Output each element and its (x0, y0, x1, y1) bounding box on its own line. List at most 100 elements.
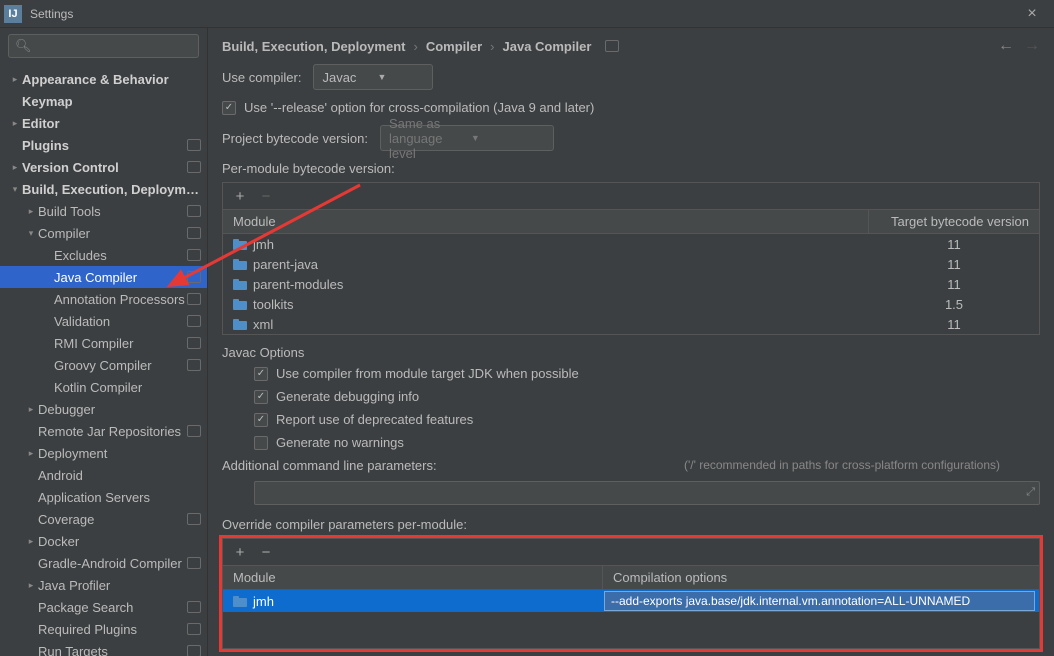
remove-module-button[interactable]: − (257, 187, 275, 205)
sidebar-item-kotlin-compiler[interactable]: Kotlin Compiler (0, 376, 207, 398)
nav-forward-button[interactable]: → (1024, 37, 1040, 55)
override-opts-input[interactable] (604, 591, 1035, 611)
sidebar-item-label: Package Search (38, 600, 187, 615)
use-compiler-select[interactable]: Javac ▼ (313, 64, 433, 90)
sidebar-item-remote-jar-repositories[interactable]: Remote Jar Repositories (0, 420, 207, 442)
sidebar-item-gradle-android-compiler[interactable]: Gradle-Android Compiler (0, 552, 207, 574)
sidebar-item-validation[interactable]: Validation (0, 310, 207, 332)
target-version[interactable]: 11 (869, 237, 1039, 252)
sidebar-item-application-servers[interactable]: Application Servers (0, 486, 207, 508)
chevron-right-icon: ▸ (8, 74, 22, 85)
opt3-checkbox[interactable] (254, 413, 268, 427)
sidebar-item-label: Version Control (22, 160, 187, 175)
sidebar-item-java-compiler[interactable]: Java Compiler (0, 266, 207, 288)
table-row[interactable]: xml 11 (223, 314, 1039, 334)
sidebar-item-label: Remote Jar Repositories (38, 424, 187, 439)
sidebar-item-label: Android (38, 468, 201, 483)
add-module-button[interactable]: + (231, 187, 249, 205)
module-name: xml (253, 317, 273, 332)
sidebar-item-groovy-compiler[interactable]: Groovy Compiler (0, 354, 207, 376)
chevron-right-icon: ▸ (24, 404, 38, 415)
add-override-button[interactable]: + (231, 543, 249, 561)
target-version[interactable]: 11 (869, 317, 1039, 332)
project-bytecode-select[interactable]: Same as language level ▼ (380, 125, 554, 151)
project-badge-icon (605, 40, 619, 52)
sidebar-item-android[interactable]: Android (0, 464, 207, 486)
search-input[interactable]: 🔍︎ (8, 34, 199, 58)
opt4-checkbox[interactable] (254, 436, 268, 450)
sidebar-item-annotation-processors[interactable]: Annotation Processors (0, 288, 207, 310)
table-row[interactable]: parent-java11 (223, 254, 1039, 274)
chevron-down-icon: ▼ (471, 133, 545, 143)
table-row[interactable]: parent-modules11 (223, 274, 1039, 294)
crumb-0[interactable]: Build, Execution, Deployment (222, 39, 405, 54)
project-badge-icon (187, 249, 201, 261)
sidebar-item-version-control[interactable]: ▸Version Control (0, 156, 207, 178)
chevron-down-icon: ▼ (377, 72, 424, 82)
sidebar-item-debugger[interactable]: ▸Debugger (0, 398, 207, 420)
sidebar-item-label: Debugger (38, 402, 201, 417)
opt3-label: Report use of deprecated features (276, 412, 473, 427)
sidebar-item-package-search[interactable]: Package Search (0, 596, 207, 618)
sidebar-item-java-profiler[interactable]: ▸Java Profiler (0, 574, 207, 596)
sidebar-item-label: Application Servers (38, 490, 201, 505)
project-badge-icon (187, 139, 201, 151)
chevron-right-icon: ▸ (24, 206, 38, 217)
project-badge-icon (187, 315, 201, 327)
expand-icon[interactable]: ⤢ (1026, 486, 1035, 499)
chevron-right-icon: ▸ (24, 536, 38, 547)
sidebar-item-deployment[interactable]: ▸Deployment (0, 442, 207, 464)
window-title: Settings (30, 7, 1014, 21)
override-module-header: Module (223, 566, 603, 589)
sidebar-item-build-execution-deployment[interactable]: ▾Build, Execution, Deployment (0, 178, 207, 200)
sidebar-item-required-plugins[interactable]: Required Plugins (0, 618, 207, 640)
target-version[interactable]: 11 (869, 277, 1039, 292)
sidebar-item-docker[interactable]: ▸Docker (0, 530, 207, 552)
nav-back-button[interactable]: ← (998, 37, 1014, 55)
app-icon: IJ (4, 5, 22, 23)
search-field[interactable] (36, 39, 192, 53)
sidebar-item-editor[interactable]: ▸Editor (0, 112, 207, 134)
sidebar-item-label: Keymap (22, 94, 201, 109)
sidebar-item-excludes[interactable]: Excludes (0, 244, 207, 266)
add-params-hint: ('/' recommended in paths for cross-plat… (684, 458, 1000, 472)
table-row[interactable]: toolkits1.5 (223, 294, 1039, 314)
sidebar-item-build-tools[interactable]: ▸Build Tools (0, 200, 207, 222)
content-panel: Build, Execution, Deployment › Compiler … (208, 28, 1054, 656)
project-badge-icon (187, 227, 201, 239)
opt2-checkbox[interactable] (254, 390, 268, 404)
remove-override-button[interactable]: − (257, 543, 275, 561)
folder-icon (233, 279, 247, 290)
override-opts-header: Compilation options (603, 566, 1039, 589)
module-header: Module (223, 210, 869, 233)
settings-tree[interactable]: ▸Appearance & Behavior Keymap ▸EditorPlugi… (0, 64, 207, 656)
sidebar-item-run-targets[interactable]: Run Targets (0, 640, 207, 656)
chevron-right-icon: › (413, 39, 417, 54)
use-compiler-label: Use compiler: (222, 70, 301, 85)
sidebar-item-coverage[interactable]: Coverage (0, 508, 207, 530)
target-version[interactable]: 11 (869, 257, 1039, 272)
sidebar-item-keymap[interactable]: Keymap (0, 90, 207, 112)
override-row[interactable]: jmh (223, 590, 1039, 612)
add-params-input[interactable]: ⤢ (254, 481, 1040, 505)
sidebar-item-rmi-compiler[interactable]: RMI Compiler (0, 332, 207, 354)
sidebar-item-label: Validation (54, 314, 187, 329)
sidebar-item-label: Build, Execution, Deployment (22, 182, 201, 197)
override-heading: Override compiler parameters per-module: (222, 517, 1040, 532)
table-row[interactable]: jmh11 (223, 234, 1039, 254)
sidebar-item-label: Build Tools (38, 204, 187, 219)
release-checkbox[interactable] (222, 101, 236, 115)
target-version[interactable]: 1.5 (869, 297, 1039, 312)
project-badge-icon (187, 271, 201, 283)
search-icon: 🔍︎ (15, 38, 32, 54)
sidebar-item-appearance-behavior[interactable]: ▸Appearance & Behavior (0, 68, 207, 90)
folder-icon (233, 239, 247, 250)
sidebar-item-label: Coverage (38, 512, 187, 527)
crumb-2[interactable]: Java Compiler (503, 39, 592, 54)
use-compiler-value: Javac (322, 70, 369, 85)
crumb-1[interactable]: Compiler (426, 39, 482, 54)
sidebar-item-compiler[interactable]: ▾Compiler (0, 222, 207, 244)
close-button[interactable]: × (1014, 5, 1050, 23)
opt1-checkbox[interactable] (254, 367, 268, 381)
sidebar-item-plugins[interactable]: Plugins (0, 134, 207, 156)
